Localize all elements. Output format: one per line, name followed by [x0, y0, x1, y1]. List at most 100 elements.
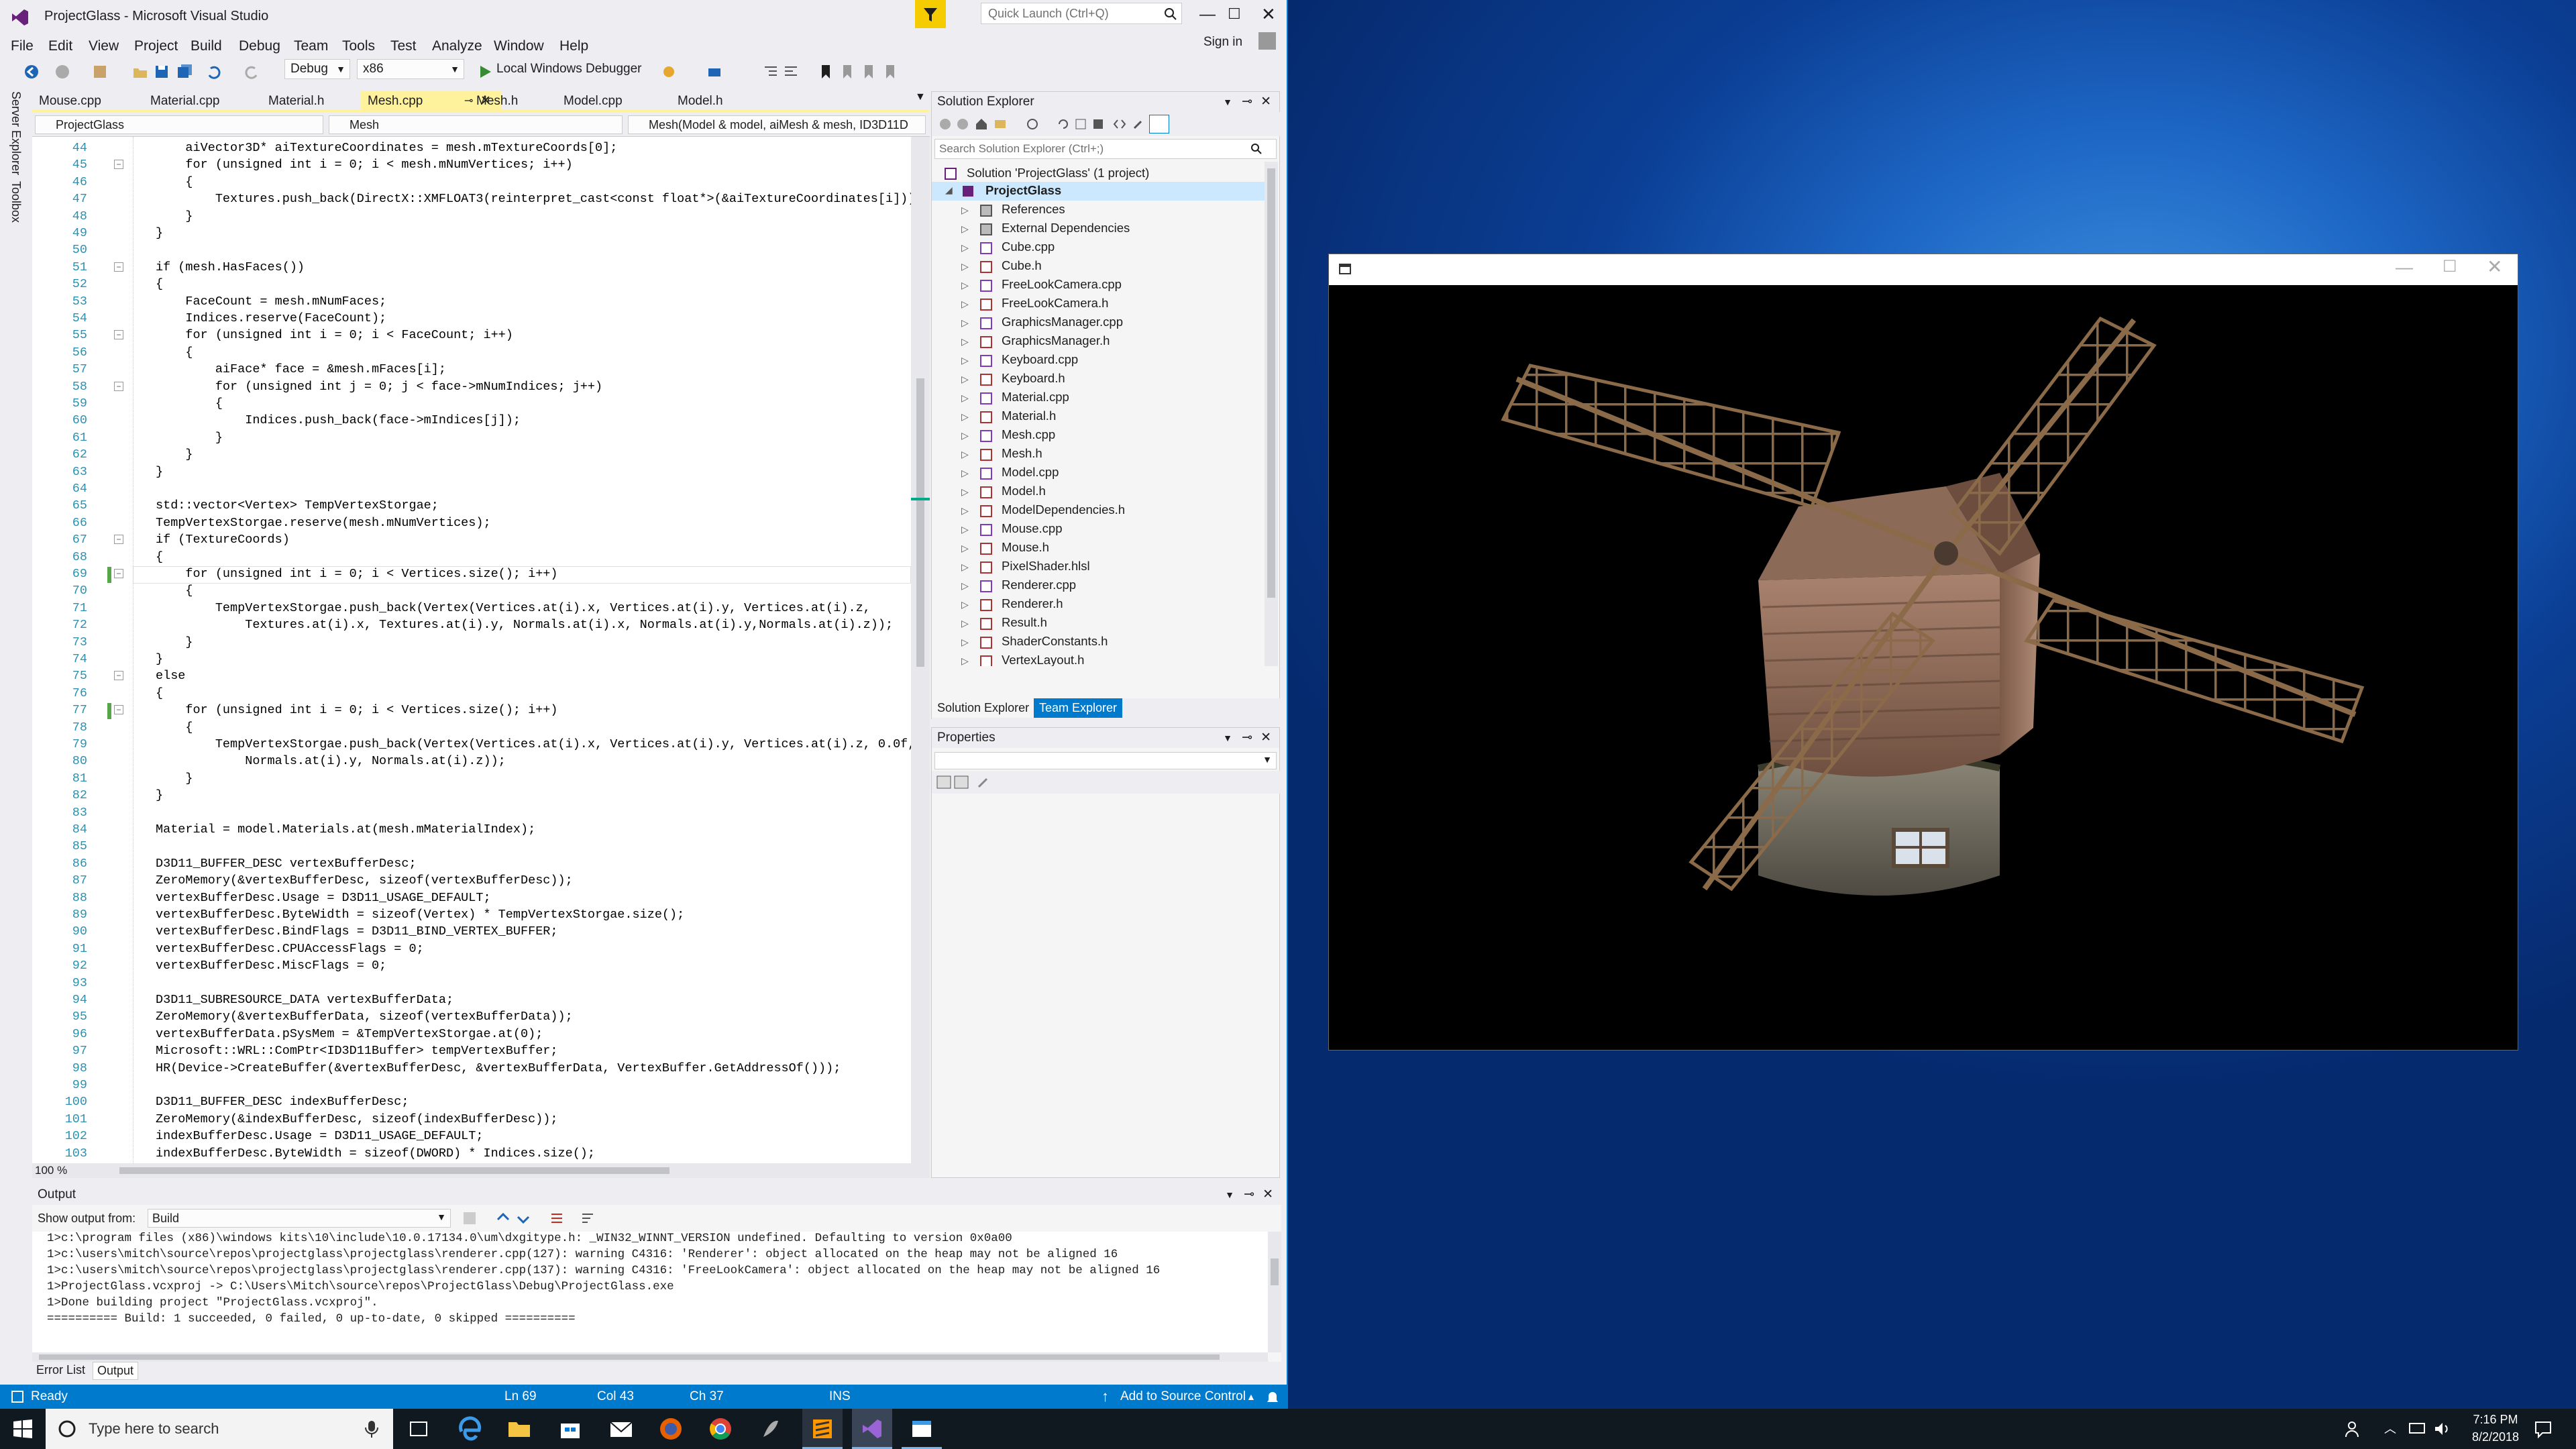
tree-item[interactable]: Keyboard.h: [1002, 371, 1065, 386]
toolbar-icon-a[interactable]: [706, 63, 723, 80]
menu-window[interactable]: Window: [494, 35, 544, 58]
tree-item[interactable]: Material.cpp: [1002, 390, 1069, 405]
menu-build[interactable]: Build: [191, 35, 222, 58]
tree-item[interactable]: Result.h: [1002, 615, 1047, 630]
tree-item[interactable]: Renderer.cpp: [1002, 578, 1076, 592]
sync-icon[interactable]: [1057, 117, 1070, 131]
tab-output[interactable]: Output: [93, 1362, 139, 1380]
back-icon[interactable]: [23, 63, 40, 80]
fold-toggle-icon[interactable]: −: [114, 262, 123, 272]
expand-arrow-icon[interactable]: ◢: [945, 184, 953, 196]
game-close-button[interactable]: ✕: [2487, 256, 2502, 278]
tab-material-cpp[interactable]: Material.cpp: [144, 91, 259, 111]
collapse-all-icon[interactable]: [1074, 117, 1087, 131]
tree-item[interactable]: Model.cpp: [1002, 465, 1059, 480]
back-icon[interactable]: [938, 117, 952, 131]
quick-launch-box[interactable]: Quick Launch (Ctrl+Q): [981, 3, 1182, 24]
mail-icon[interactable]: [608, 1415, 635, 1442]
project-node[interactable]: ProjectGlass: [985, 183, 1061, 198]
volume-icon[interactable]: [2434, 1421, 2451, 1437]
tree-item[interactable]: GraphicsManager.h: [1002, 333, 1110, 348]
platform-select[interactable]: x86 ▼: [357, 59, 464, 79]
minimize-button[interactable]: —: [1199, 5, 1216, 24]
edge-icon[interactable]: [456, 1415, 483, 1442]
expand-arrow-icon[interactable]: ▷: [961, 411, 969, 423]
configuration-select[interactable]: Debug ▼: [284, 59, 350, 79]
add-to-source-control-button[interactable]: Add to Source Control: [1120, 1385, 1246, 1409]
expand-arrow-icon[interactable]: ▷: [961, 637, 969, 648]
tree-item[interactable]: Mesh.cpp: [1002, 427, 1055, 442]
fold-toggle-icon[interactable]: −: [114, 381, 123, 391]
expand-arrow-icon[interactable]: ▷: [961, 468, 969, 479]
solution-node[interactable]: Solution 'ProjectGlass' (1 project): [967, 166, 1149, 180]
panel-menu-icon[interactable]: ▼: [1225, 1185, 1234, 1205]
expand-arrow-icon[interactable]: ▷: [961, 430, 969, 441]
fold-toggle-icon[interactable]: −: [114, 330, 123, 340]
feather-app-icon[interactable]: [757, 1415, 784, 1442]
type-scope-select[interactable]: Mesh: [329, 115, 623, 134]
expand-arrow-icon[interactable]: ▷: [961, 317, 969, 329]
expand-arrow-icon[interactable]: ▷: [961, 655, 969, 666]
preview-selected-icon[interactable]: [1149, 115, 1169, 133]
close-button[interactable]: ✕: [1261, 4, 1276, 25]
menu-team[interactable]: Team: [294, 35, 328, 58]
indent-icon[interactable]: [762, 63, 780, 80]
chrome-icon[interactable]: [707, 1415, 734, 1442]
tab-solution-explorer[interactable]: Solution Explorer: [932, 698, 1035, 718]
taskbar-search-box[interactable]: Type here to search: [46, 1409, 393, 1449]
game-window[interactable]: — ☐ ✕: [1328, 254, 2518, 1051]
game-taskbar-button[interactable]: [902, 1409, 942, 1449]
people-icon[interactable]: [2344, 1419, 2364, 1440]
fold-toggle-icon[interactable]: −: [114, 160, 123, 170]
tab-model-h[interactable]: Model.h: [671, 91, 758, 111]
pin-icon[interactable]: ⊸: [1242, 92, 1252, 112]
forward-icon[interactable]: [956, 117, 969, 131]
output-text[interactable]: 1>c:\program files (x86)\windows kits\10…: [32, 1232, 1268, 1352]
prev-message-icon[interactable]: [495, 1210, 511, 1226]
network-icon[interactable]: [2408, 1421, 2426, 1437]
menu-view[interactable]: View: [89, 35, 119, 58]
expand-arrow-icon[interactable]: ▷: [961, 223, 969, 235]
tree-item[interactable]: References: [1002, 202, 1065, 217]
output-hscroll[interactable]: [32, 1352, 1268, 1362]
maximize-button[interactable]: ☐: [1228, 5, 1241, 23]
attach-icon[interactable]: [660, 63, 678, 80]
tab-mesh-h[interactable]: Mesh.h: [470, 91, 550, 111]
open-icon[interactable]: [131, 63, 149, 80]
game-maximize-button[interactable]: ☐: [2443, 257, 2457, 276]
game-minimize-button[interactable]: —: [2396, 257, 2413, 278]
tree-item[interactable]: Renderer.h: [1002, 596, 1063, 611]
file-explorer-icon[interactable]: [506, 1415, 533, 1442]
pending-changes-icon[interactable]: [1026, 117, 1039, 131]
properties-object-select[interactable]: ▼: [934, 752, 1277, 769]
output-scrollbar[interactable]: [1268, 1232, 1281, 1352]
categorized-icon[interactable]: [936, 775, 952, 790]
menu-edit[interactable]: Edit: [48, 35, 72, 58]
expand-arrow-icon[interactable]: ▷: [961, 374, 969, 385]
expand-arrow-icon[interactable]: ▷: [961, 261, 969, 272]
tab-mouse-cpp[interactable]: Mouse.cpp: [32, 91, 140, 111]
fold-toggle-icon[interactable]: −: [114, 569, 123, 578]
menu-project[interactable]: Project: [134, 35, 178, 58]
scroll-thumb[interactable]: [916, 378, 924, 667]
tree-item[interactable]: Mouse.h: [1002, 540, 1049, 555]
tree-item[interactable]: Material.h: [1002, 409, 1056, 423]
tab-team-explorer[interactable]: Team Explorer: [1034, 698, 1123, 718]
expand-arrow-icon[interactable]: ▷: [961, 486, 969, 498]
clear-all-icon[interactable]: [549, 1210, 565, 1226]
menu-test[interactable]: Test: [390, 35, 417, 58]
expand-arrow-icon[interactable]: ▷: [961, 280, 969, 291]
expand-arrow-icon[interactable]: ▷: [961, 449, 969, 460]
tree-scrollbar[interactable]: [1265, 162, 1278, 666]
pin-icon[interactable]: ⊸: [1242, 728, 1252, 748]
tree-item[interactable]: ModelDependencies.h: [1002, 502, 1125, 517]
menu-file[interactable]: File: [11, 35, 34, 58]
tree-item[interactable]: GraphicsManager.cpp: [1002, 315, 1123, 329]
fold-toggle-icon[interactable]: −: [114, 705, 123, 715]
hscroll-thumb[interactable]: [119, 1167, 669, 1174]
bookmark-prev-icon[interactable]: [839, 63, 856, 80]
fold-toggle-icon[interactable]: −: [114, 535, 123, 545]
redo-icon[interactable]: [243, 63, 260, 80]
notifications-icon[interactable]: [1265, 1390, 1280, 1405]
close-icon[interactable]: ✕: [1263, 1185, 1273, 1205]
